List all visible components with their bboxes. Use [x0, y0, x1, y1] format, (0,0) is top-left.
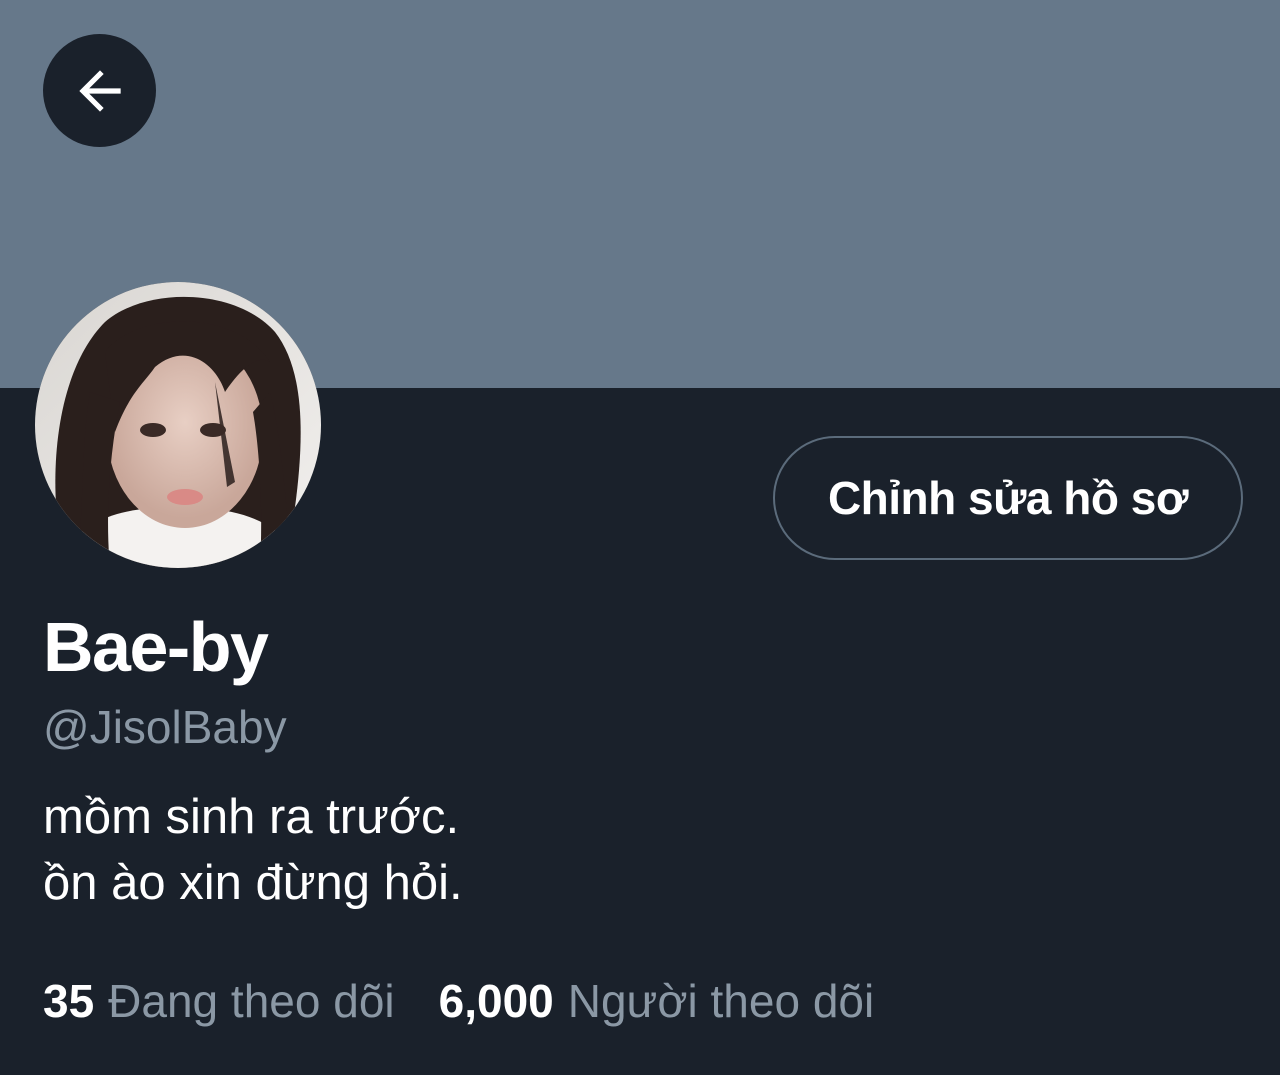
profile-bio: mồm sinh ra trước. ồn ào xin đừng hỏi. [43, 784, 463, 916]
followers-count: 6,000 [438, 975, 554, 1027]
following-link[interactable]: 35 Đang theo dõi [43, 973, 395, 1029]
bio-line: mồm sinh ra trước. [43, 790, 460, 844]
follow-stats: 35 Đang theo dõi 6,000 Người theo dõi [43, 973, 874, 1029]
bio-line: ồn ào xin đừng hỏi. [43, 856, 463, 910]
following-count: 35 [43, 975, 95, 1027]
user-handle: @JisolBaby [43, 701, 287, 753]
followers-link[interactable]: 6,000 Người theo dõi [439, 973, 875, 1029]
back-button[interactable] [43, 34, 156, 147]
display-name: Bae-by [43, 608, 269, 686]
following-label: Đang theo dõi [108, 975, 395, 1027]
avatar[interactable] [35, 282, 321, 568]
profile-page: Chỉnh sửa hồ sơ Bae-by @JisolBaby mồm si… [0, 0, 1280, 1075]
arrow-left-icon [69, 60, 131, 122]
edit-profile-button[interactable]: Chỉnh sửa hồ sơ [773, 436, 1243, 560]
followers-label: Người theo dõi [567, 975, 875, 1027]
